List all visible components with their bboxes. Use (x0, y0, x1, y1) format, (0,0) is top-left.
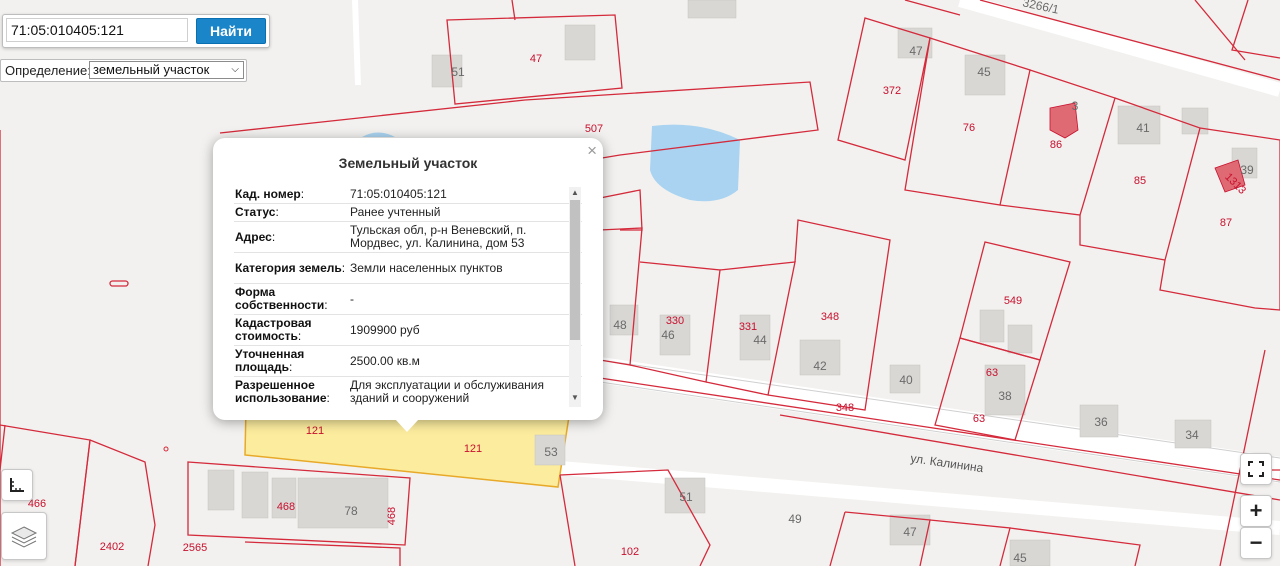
row-value: 2500.00 кв.м (350, 353, 420, 368)
parcel-number-label: 38 (998, 389, 1012, 403)
path (352, 0, 361, 86)
row-key: Статус (235, 205, 276, 219)
parcel-number-label: 348 (836, 402, 854, 414)
row-value: Ранее учтенный (350, 205, 441, 219)
row-key: Кад. номер (235, 187, 301, 201)
search-box: Найти (2, 14, 270, 48)
find-button[interactable]: Найти (196, 18, 266, 44)
row-value: 1909900 руб (350, 322, 420, 337)
popup-pointer (395, 419, 419, 432)
parcel-number-label: 47 (903, 525, 917, 539)
layers-button[interactable] (1, 512, 47, 560)
layers-icon (10, 526, 38, 548)
definition-bar: Определение: земельный участок ⌵ (0, 59, 247, 82)
popup-title: Земельный участок (338, 155, 478, 171)
info-row: Форма собственности: - (234, 284, 582, 315)
parcel-number-label: 85 (1134, 175, 1146, 187)
parcel-number-label: 39 (1240, 163, 1254, 177)
scroll-up-arrow-icon[interactable]: ▲ (569, 187, 581, 199)
popup-table: Кад. номер: 71:05:010405:121 Статус: Ран… (234, 186, 582, 408)
cadastral-search-input[interactable] (6, 18, 188, 42)
parcel-number-label: 36 (1094, 415, 1108, 429)
parcel-number-label: 76 (963, 122, 975, 134)
parcel-number-label: 51 (679, 490, 693, 504)
parcel-number-label: 63 (986, 367, 998, 379)
parcel-number-label: 2402 (100, 541, 124, 553)
parcel-number-label: 47 (530, 53, 542, 65)
parcel-number-label: 63 (973, 413, 985, 425)
parcel-number-label: 49 (788, 512, 802, 526)
measure-button[interactable] (1, 469, 33, 501)
zoom-out-button[interactable]: − (1240, 527, 1272, 559)
row-key: Категория земель (235, 260, 342, 275)
row-value: - (350, 291, 354, 306)
parcel-number-label: 34 (1185, 428, 1199, 442)
row-value: Для эксплуатации и обслуживания зданий и… (350, 378, 544, 405)
parcel-number-label: 121 (464, 443, 482, 455)
info-row: Адрес: Тульская обл, р-н Веневский, п. М… (234, 222, 582, 253)
row-key: Форма собственности (235, 285, 325, 312)
parcel-number-label: 331 (739, 321, 757, 333)
parcel-number-label: 53 (544, 445, 558, 459)
info-row: Кад. номер: 71:05:010405:121 (234, 186, 582, 204)
info-row: Категория земель: Земли населенных пункт… (234, 253, 582, 284)
parcel-number-label: 78 (344, 504, 358, 518)
row-value: Земли населенных пунктов (350, 260, 503, 275)
ruler-icon (10, 478, 24, 492)
parcel-number-label: 102 (621, 546, 639, 558)
definition-select[interactable]: земельный участок ⌵ (89, 61, 244, 79)
scroll-down-arrow-icon[interactable]: ▼ (569, 392, 581, 404)
info-row: Уточненная площадь: 2500.00 кв.м (234, 346, 582, 377)
parcel-number-label: 87 (1220, 217, 1232, 229)
parcel-number-label: 46 (661, 328, 675, 342)
parcel-number-label: 45 (1013, 551, 1027, 565)
definition-label: Определение: (5, 63, 91, 78)
row-value: 71:05:010405:121 (350, 187, 447, 201)
row-value: Тульская обл, р-н Веневский, п. Мордвес,… (350, 223, 527, 250)
parcel-number-label: 372 (883, 85, 901, 97)
parcel-number-label: 48 (613, 318, 627, 332)
parcel-number-label: 41 (1136, 121, 1150, 135)
info-row: Разрешенное использование: Для эксплуата… (234, 377, 582, 407)
parcel-number-label: 47 (909, 44, 923, 58)
definition-selected: земельный участок (93, 62, 210, 77)
chevron-down-icon: ⌵ (231, 64, 239, 75)
popup-scroll-thumb[interactable] (570, 200, 580, 340)
parcel-number-label: 121 (306, 425, 324, 437)
parcel-number-label: 507 (585, 123, 603, 135)
fullscreen-button[interactable] (1240, 453, 1272, 485)
parcel-number-label: 45 (977, 65, 991, 79)
parcel-number-label: 330 (666, 315, 684, 327)
parcel-number-label: 42 (813, 359, 827, 373)
parcel-info-popup: × Земельный участок Кад. номер: 71:05:01… (213, 138, 603, 420)
zoom-in-button[interactable]: + (1240, 495, 1272, 527)
parcel-number-label: 44 (753, 333, 767, 347)
parcel-number-label: 468 (277, 501, 295, 513)
info-row: Статус: Ранее учтенный (234, 204, 582, 222)
row-key: Адрес (235, 229, 272, 244)
parcel-number-label: 40 (899, 373, 913, 387)
info-row: Кадастровая стоимость: 1909900 руб (234, 315, 582, 346)
parcel-number-label: 51 (451, 65, 465, 79)
parcel-number-label: 348 (821, 311, 839, 323)
parcel-number-label: 86 (1050, 139, 1062, 151)
row-key: Разрешенное использование (235, 378, 327, 405)
cadastral-map[interactable]: ул. Калинина 51475073266/147453727638641… (0, 0, 1280, 566)
fullscreen-icon (1248, 461, 1264, 477)
parcel-number-label: 2565 (183, 542, 207, 554)
parcel-number-label: 3 (1072, 99, 1079, 113)
parcel-number-label: 549 (1004, 295, 1022, 307)
parcel-number-label: 468 (386, 507, 398, 525)
row-key: Уточненная площадь (235, 347, 305, 374)
